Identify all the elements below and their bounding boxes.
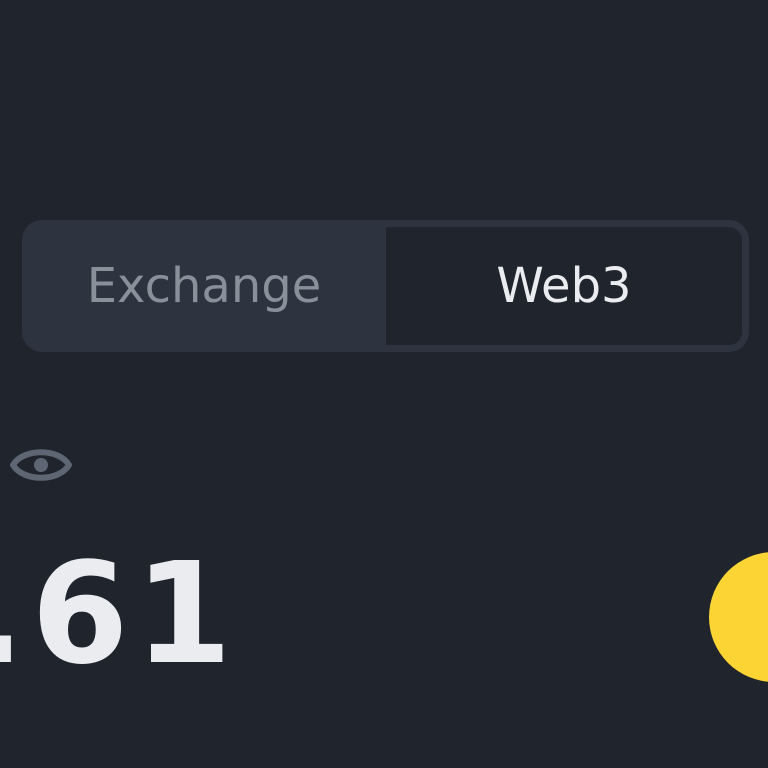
tab-web3[interactable]: Web3 [386,220,749,352]
balance-amount: .61 [0,533,239,696]
wallet-screen: Exchange Web3 .61 [0,0,768,768]
tab-exchange[interactable]: Exchange [22,220,386,352]
eye-icon[interactable] [10,440,72,490]
account-type-switcher: Exchange Web3 [22,220,749,352]
coin-icon [709,552,768,682]
